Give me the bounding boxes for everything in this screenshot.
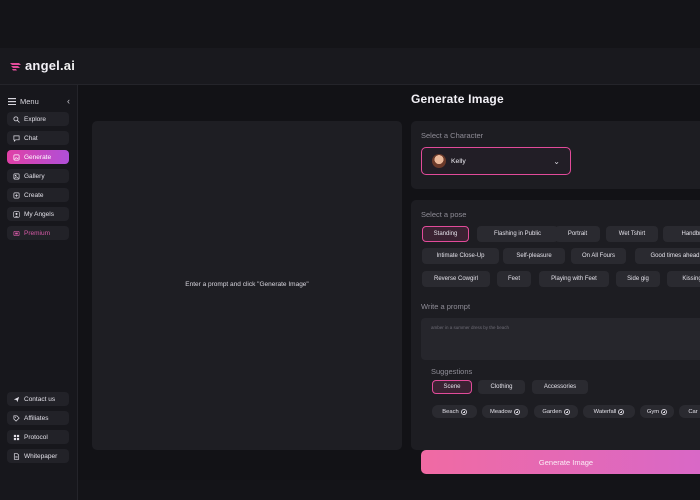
plus-circle-icon [661,408,668,415]
user-icon [13,210,20,218]
pose-chip[interactable]: Playing with Feet [539,271,609,287]
pose-chip[interactable]: Feet [497,271,531,287]
plus-circle-icon [513,408,520,415]
sidebar-item-label: Explore [24,115,47,123]
sidebar-item-label: Create [24,191,44,199]
tab-clothing[interactable]: Clothing [478,380,525,394]
chevron-left-icon[interactable]: ‹ [67,96,70,106]
pose-label: Select a pose [421,210,467,219]
sidebar-item-label: Protocol [24,433,48,441]
page-title: Generate Image [411,92,504,106]
sidebar-item-gallery[interactable]: Gallery [7,169,69,183]
document-icon [13,452,20,460]
suggestion-label: Beach [442,408,459,415]
prompt-input[interactable] [429,321,693,333]
character-name: Kelly [451,157,466,165]
suggestion-label: Car [688,408,698,415]
sidebar-item-affiliates[interactable]: Affiliates [7,411,69,425]
bottom-backdrop [78,480,700,500]
sidebar-item-explore[interactable]: Explore [7,112,69,126]
top-backdrop [0,0,700,48]
sidebar-item-label: Gallery [24,172,45,180]
suggestion-label: Waterfall [593,408,617,415]
character-select[interactable]: Kelly ⌄ [421,147,571,175]
options-panel: Select a pose Standing Flashing in Publi… [411,200,700,450]
pose-chip[interactable]: Self-pleasure [503,248,565,264]
sidebar-item-label: Affiliates [24,414,49,422]
sidebar-item-label: Chat [24,134,38,142]
brand-name: angel.ai [25,58,76,73]
sidebar: Menu ‹ Explore Chat Generate Gallery Cre… [0,85,78,500]
menu-label: Menu [20,96,39,106]
sidebar-item-label: Contact us [24,395,56,403]
prompt-field[interactable] [421,318,700,360]
suggestion-chip-waterfall[interactable]: Waterfall [583,405,635,418]
tab-accessories[interactable]: Accessories [532,380,588,394]
app-header: angel.ai [0,48,700,85]
sidebar-item-protocol[interactable]: Protocol [7,430,69,444]
chevron-down-icon: ⌄ [553,156,560,166]
suggestion-label: Meadow [490,408,512,415]
pose-chip[interactable]: Intimate Close-Up [422,248,499,264]
suggestion-label: Garden [542,408,562,415]
plus-circle-icon [460,408,467,415]
sidebar-item-generate[interactable]: Generate [7,150,69,164]
pose-chip[interactable]: Reverse Cowgirl [422,271,490,287]
avatar [432,154,446,168]
pose-chip[interactable]: Good times ahead [635,248,700,264]
pose-chip[interactable]: Wet Tshirt [606,226,658,242]
suggestion-chip-meadow[interactable]: Meadow [482,405,528,418]
menu-toggle[interactable]: Menu ‹ [8,95,70,107]
sidebar-item-contact-us[interactable]: Contact us [7,392,69,406]
pose-chip[interactable]: Flashing in Public [477,226,558,242]
pose-chip[interactable]: Handbra [663,226,700,242]
sidebar-item-label: Whitepaper [24,452,58,460]
plus-circle-icon [618,408,625,415]
sidebar-item-label: Premium [24,229,51,237]
suggestion-chip-gym[interactable]: Gym [640,405,674,418]
sidebar-item-label: My Angels [24,210,54,218]
plus-square-icon [13,192,20,198]
chat-icon [13,135,20,142]
wings-logo-icon [10,62,21,70]
suggestion-chip-garden[interactable]: Garden [534,405,578,418]
gallery-icon [13,173,20,179]
sidebar-item-chat[interactable]: Chat [7,131,69,145]
generate-image-button[interactable]: Generate Image [421,450,700,474]
sidebar-item-label: Generate [24,153,52,161]
tag-icon [13,415,20,422]
search-icon [13,115,20,123]
pose-chip[interactable]: On All Fours [571,248,626,264]
sidebar-item-my-angels[interactable]: My Angels [7,207,69,221]
pose-chip[interactable]: Side gig [616,271,660,287]
pose-chip[interactable]: Kissing [667,271,700,287]
sidebar-item-create[interactable]: Create [7,188,69,202]
send-icon [13,396,20,402]
sidebar-item-whitepaper[interactable]: Whitepaper [7,449,69,463]
character-panel: Select a Character Kelly ⌄ [411,121,700,189]
premium-icon [13,230,20,236]
preview-placeholder-text: Enter a prompt and click "Generate Image… [185,281,309,288]
hamburger-icon [8,97,16,105]
grid-icon [13,434,20,440]
suggestion-chip-beach[interactable]: Beach [432,405,477,418]
plus-circle-icon [563,408,570,415]
prompt-label: Write a prompt [421,302,471,311]
image-preview-area: Enter a prompt and click "Generate Image… [92,121,402,450]
suggestion-label: Gym [646,408,660,415]
tab-scene[interactable]: Scene [432,380,472,394]
suggestion-chip-car[interactable]: Car [679,405,700,418]
image-icon [13,154,20,160]
sidebar-item-premium[interactable]: Premium [7,226,69,240]
pose-chip[interactable]: Standing [422,226,469,242]
character-label: Select a Character [421,131,484,140]
brand-logo[interactable]: angel.ai [10,58,75,73]
suggestions-label: Suggestions [431,367,473,376]
pose-chip[interactable]: Portrait [555,226,600,242]
